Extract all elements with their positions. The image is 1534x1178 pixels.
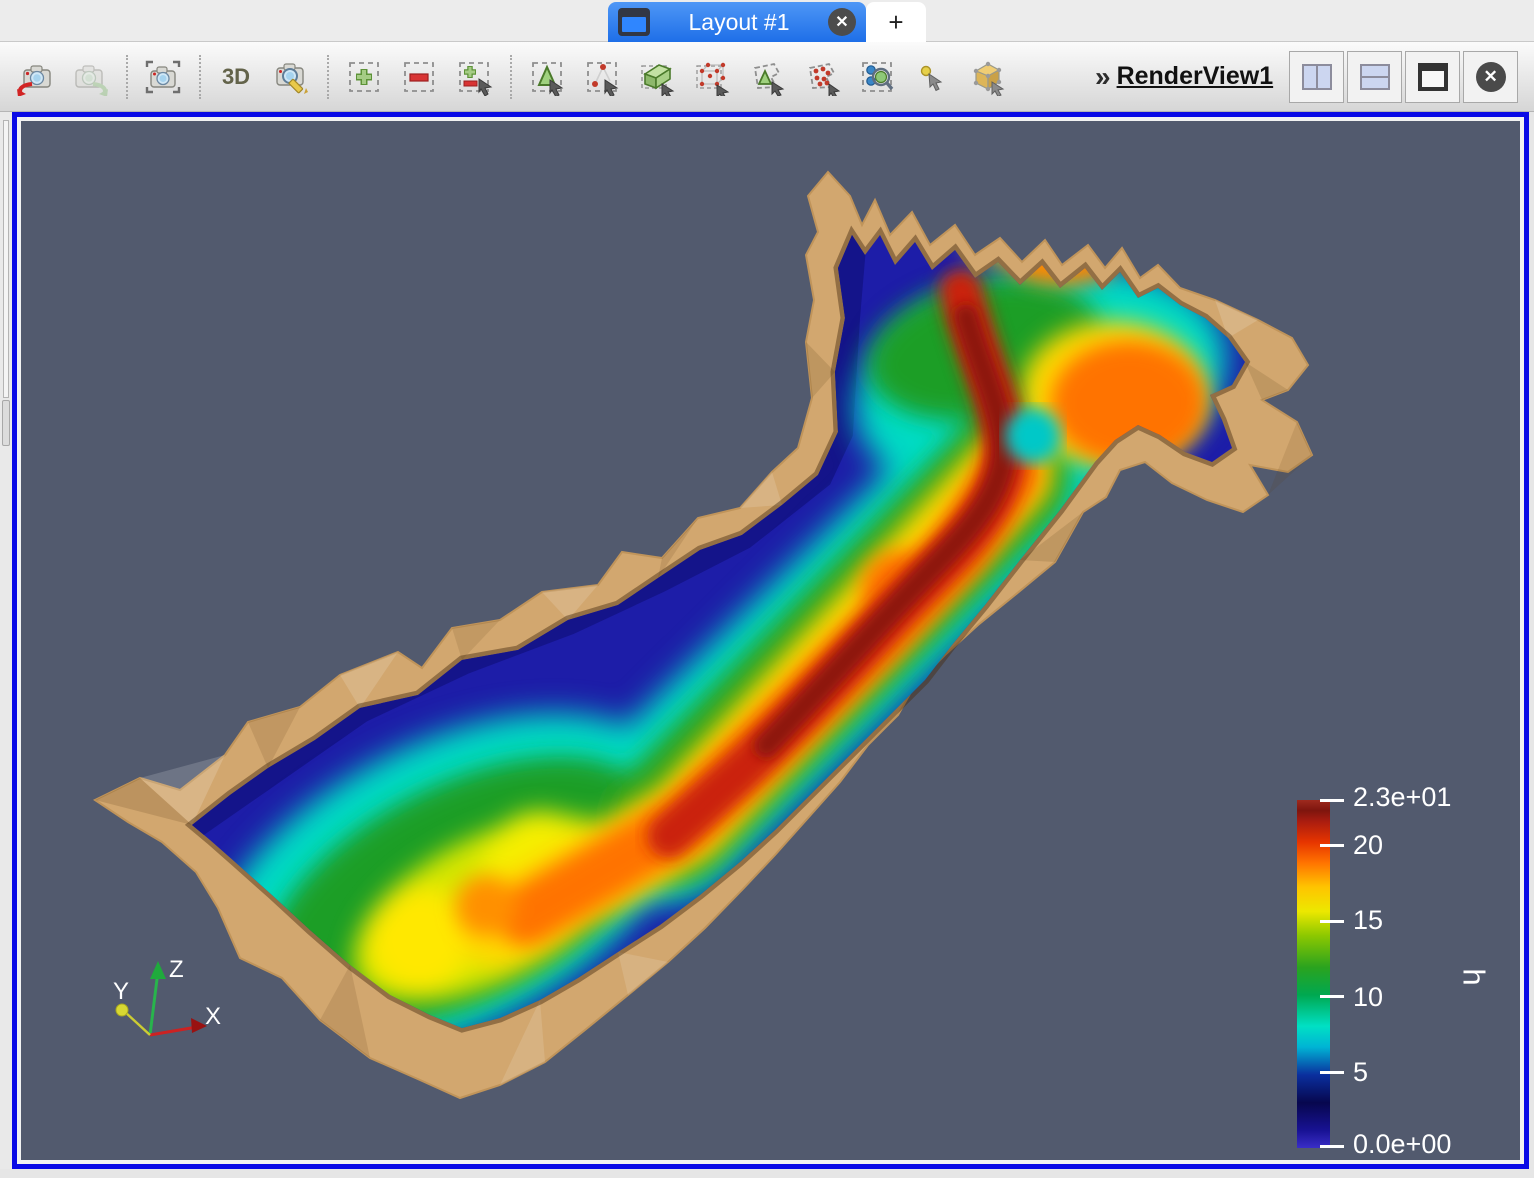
select-cells-on-surface-icon[interactable]	[524, 53, 570, 101]
layout-tab-bar: Layout #1 ✕ +	[0, 0, 1534, 42]
toolbar-separator	[199, 55, 203, 99]
camera-redo-icon[interactable]	[67, 53, 113, 101]
legend-tick	[1320, 799, 1344, 802]
legend-min-label: 0.0e+00	[1353, 1129, 1451, 1159]
save-screenshot-icon[interactable]	[140, 53, 186, 101]
legend-tick-label: 20	[1353, 830, 1383, 860]
zoom-to-data-icon[interactable]	[268, 53, 314, 101]
camera-undo-icon[interactable]	[12, 53, 58, 101]
select-cells-polygon-icon[interactable]	[744, 53, 790, 101]
window-right-edge	[1529, 112, 1534, 1178]
split-vertical-button[interactable]	[1347, 51, 1402, 103]
legend-title: h	[1456, 968, 1492, 985]
axis-z-label: Z	[169, 956, 184, 983]
window-bottom-edge	[0, 1169, 1534, 1178]
tab-close-icon[interactable]: ✕	[828, 8, 856, 36]
camera-toolbar: 3D	[0, 42, 1534, 112]
new-layout-tab[interactable]: +	[866, 2, 926, 42]
tab-label: Layout #1	[660, 9, 818, 36]
legend-tick	[1320, 844, 1344, 847]
close-view-icon: ✕	[1476, 62, 1506, 92]
render-viewport[interactable]: Z X Y 2.3e+01 20 15 10 5 0.0e+00 h	[21, 121, 1520, 1160]
select-points-on-surface-icon[interactable]	[579, 53, 625, 101]
render-view-title[interactable]: RenderView1	[1117, 62, 1274, 91]
toolbar-separator	[126, 55, 130, 99]
subtract-selection-icon[interactable]	[396, 53, 442, 101]
select-block-icon[interactable]	[854, 53, 900, 101]
panel-splitter[interactable]	[0, 112, 12, 1178]
select-points-polygon-icon[interactable]	[799, 53, 845, 101]
toolbar-separator	[510, 55, 514, 99]
toggle-3d-button[interactable]: 3D	[213, 53, 259, 101]
render-view-frame: Z X Y 2.3e+01 20 15 10 5 0.0e+00 h	[12, 112, 1529, 1169]
select-points-through-icon[interactable]	[689, 53, 735, 101]
add-selection-icon[interactable]	[341, 53, 387, 101]
color-legend-bar[interactable]	[1297, 800, 1330, 1148]
splitter-handle[interactable]	[2, 400, 10, 446]
axis-y-label: Y	[113, 978, 129, 1005]
split-horizontal-button[interactable]	[1289, 51, 1344, 103]
splitter-rail	[3, 120, 9, 398]
legend-tick-label: 15	[1353, 905, 1383, 935]
toolbar-separator	[327, 55, 331, 99]
select-cells-through-icon[interactable]	[634, 53, 680, 101]
legend-tick	[1320, 1145, 1344, 1148]
legend-tick	[1320, 995, 1344, 998]
toolbar-overflow-chevron[interactable]: »	[1095, 61, 1109, 93]
layout-icon	[618, 8, 650, 36]
paraview-window: Layout #1 ✕ +	[0, 0, 1534, 1178]
axis-x-label: X	[205, 1003, 221, 1030]
legend-tick	[1320, 1071, 1344, 1074]
legend-tick	[1320, 920, 1344, 923]
hover-cells-icon[interactable]	[964, 53, 1010, 101]
maximize-view-button[interactable]	[1405, 51, 1460, 103]
legend-max-label: 2.3e+01	[1353, 782, 1451, 812]
interactive-select-points-icon[interactable]	[909, 53, 955, 101]
legend-tick-label: 10	[1353, 982, 1383, 1012]
close-view-button[interactable]: ✕	[1463, 51, 1518, 103]
tab-layout-1[interactable]: Layout #1 ✕	[608, 2, 866, 42]
toggle-selection-icon[interactable]	[451, 53, 497, 101]
legend-tick-label: 5	[1353, 1057, 1368, 1087]
terrain-scene[interactable]: Z X Y	[21, 121, 1520, 1160]
